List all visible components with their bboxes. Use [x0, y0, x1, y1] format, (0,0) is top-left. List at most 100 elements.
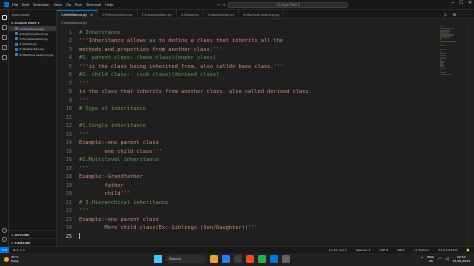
code-text[interactable]: is the class that inherits from another … — [79, 89, 312, 95]
menu-run[interactable]: Run — [75, 3, 82, 7]
close-button[interactable]: ✕ — [468, 1, 472, 6]
cursor-position[interactable]: Ln 25, Col 1 — [329, 248, 347, 252]
code-text[interactable]: methods and properties from another clas… — [79, 47, 223, 53]
code-text[interactable]: #2.Multilevel inheritance — [79, 157, 159, 163]
code-text[interactable] — [79, 233, 80, 240]
maximize-button[interactable]: ☐ — [459, 1, 463, 6]
editor-actions[interactable]: ▷ ⊞ ··· — [444, 12, 471, 17]
code-text[interactable]: # 3.Hierarchical inheritance — [79, 200, 168, 206]
code-text[interactable]: ''' — [79, 166, 89, 172]
tab-polymorphism[interactable]: 2.Polymorphism.py — [98, 10, 138, 19]
code-line[interactable]: 24 More child class(Ex:-Siblings (Son/Da… — [57, 224, 258, 233]
code-text[interactable]: # Type of inheritance — [79, 106, 146, 112]
code-line[interactable]: 8 is the class that inherits from another… — [57, 88, 312, 97]
menu-terminal[interactable]: Terminal — [86, 3, 101, 7]
line-number: 15 — [65, 148, 72, 155]
code-text[interactable]: ''' — [79, 98, 89, 104]
outline-section[interactable]: > OUTLINE — [9, 230, 56, 238]
language-indicator[interactable]: ENG US — [428, 255, 434, 263]
start-button[interactable] — [154, 255, 162, 263]
language-mode[interactable]: {} Python — [414, 248, 429, 252]
tab-abstraction[interactable]: 5.Abstraction.py — [204, 10, 240, 19]
problems-status[interactable]: ⊗ 0 ⚠ 0 — [13, 248, 25, 252]
line-number: 13 — [65, 131, 72, 138]
menu-view[interactable]: View — [54, 3, 63, 7]
tab-machine-learning[interactable]: 6.Machine Learning.py — [239, 10, 285, 19]
line-number: 23 — [65, 216, 72, 223]
line-number: 22 — [65, 208, 72, 214]
taskbar-search[interactable]: Search — [166, 255, 206, 263]
vscode-taskbar-icon[interactable] — [270, 255, 278, 263]
wifi-icon[interactable]: ◠ — [438, 256, 442, 261]
line-number: 5 — [68, 63, 72, 70]
code-text[interactable]: # Inheritance — [79, 30, 120, 36]
menu-edit[interactable]: Edit — [22, 3, 29, 7]
editor-scrollbar[interactable] — [468, 26, 474, 246]
line-number: 8 — [68, 89, 72, 95]
python-interpreter[interactable]: 3.12.2 64-bit — [438, 248, 457, 252]
tab-global[interactable]: 4.Global.py — [177, 10, 205, 19]
code-text[interactable]: Example:-Grandfather — [79, 174, 143, 180]
close-icon[interactable]: × — [90, 13, 93, 17]
code-text[interactable]: Example:-one parent class — [79, 140, 159, 146]
line-number: 1 — [68, 29, 72, 36]
file-explorer-icon[interactable] — [210, 255, 218, 263]
vscode-logo-icon — [3, 1, 9, 8]
system-clock[interactable]: 20:53 15-05-2024 — [453, 255, 470, 263]
chrome-icon[interactable] — [258, 255, 266, 263]
gear-icon[interactable] — [2, 237, 7, 242]
app-icon[interactable] — [246, 255, 254, 263]
code-text[interactable]: ''' — [79, 81, 89, 87]
code-text[interactable]: father — [79, 183, 124, 189]
command-center-search[interactable]: CLOgix Part 2 — [228, 1, 349, 8]
explorer-icon[interactable] — [1, 15, 7, 20]
timeline-section[interactable]: > TIMELINE — [9, 238, 56, 246]
code-text[interactable]: More child class(Ex:-Siblings (Son/Daugh… — [79, 225, 258, 231]
browser-icon[interactable] — [222, 255, 230, 263]
line-number: 17 — [65, 165, 72, 172]
notifications-icon[interactable]: 🔔 — [466, 248, 470, 252]
code-text[interactable]: one child class''' — [79, 149, 162, 155]
volume-icon[interactable]: ◁ — [445, 256, 448, 261]
nav-arrows[interactable]: ← → — [217, 2, 225, 7]
code-line[interactable]: 25 — [57, 232, 80, 241]
app-icon[interactable] — [282, 255, 290, 263]
code-text[interactable]: '''Inheritance allows us to define a cla… — [79, 38, 283, 44]
menu-help[interactable]: Help — [105, 3, 113, 7]
python-file-icon — [15, 37, 18, 41]
menu-file[interactable]: File — [12, 3, 18, 7]
line-number: 21 — [65, 199, 72, 206]
code-text[interactable]: ''' — [79, 132, 89, 138]
code-text[interactable]: child''' — [79, 191, 131, 197]
python-file-icon — [15, 27, 18, 31]
code-text[interactable]: #2. child class:- (sub class)(derived cl… — [79, 72, 219, 78]
breadcrumb[interactable]: 1.Inheritance.py — [57, 19, 87, 26]
encoding-status[interactable]: UTF-8 — [379, 248, 388, 252]
code-text[interactable]: #1.Single inheritance — [79, 123, 146, 129]
indentation-status[interactable]: Spaces: 4 — [356, 248, 371, 252]
run-debug-icon[interactable] — [1, 45, 7, 50]
code-editor[interactable]: 1 # Inheritance 2 '''Inheritance allows us … — [57, 26, 474, 246]
file-item[interactable]: 6.Machine Learning.py — [9, 52, 56, 57]
menu-go[interactable]: Go — [66, 3, 71, 7]
code-text[interactable]: #1. parent class:-(base class)(super cla… — [79, 55, 216, 61]
chevron-up-icon[interactable]: ⌃ — [420, 256, 423, 261]
minimize-button[interactable]: ─ — [451, 1, 454, 6]
weather-widget[interactable]: 31°C Haze — [4, 255, 19, 263]
minimap[interactable] — [440, 26, 460, 146]
line-number: 10 — [65, 106, 72, 112]
account-icon[interactable] — [2, 228, 7, 233]
code-text[interactable]: Example:-one parent class — [79, 217, 159, 223]
code-text[interactable]: ''' — [79, 208, 89, 214]
store-icon[interactable] — [234, 255, 242, 263]
source-control-icon[interactable] — [1, 35, 7, 40]
breadcrumb-file[interactable]: 1.Inheritance.py — [61, 21, 87, 25]
extensions-icon[interactable] — [1, 55, 7, 60]
menu-selection[interactable]: Selection — [33, 3, 50, 7]
code-text[interactable]: '''is the class being inherited from. al… — [79, 64, 283, 70]
eol-status[interactable]: CRLF — [397, 248, 405, 252]
tab-inheritance[interactable]: 1.Inheritance.py × — [57, 10, 98, 19]
tab-encapsulation[interactable]: 3.Encapsulation.py — [138, 10, 177, 19]
line-number: 6 — [68, 72, 72, 78]
search-icon[interactable] — [1, 25, 7, 30]
